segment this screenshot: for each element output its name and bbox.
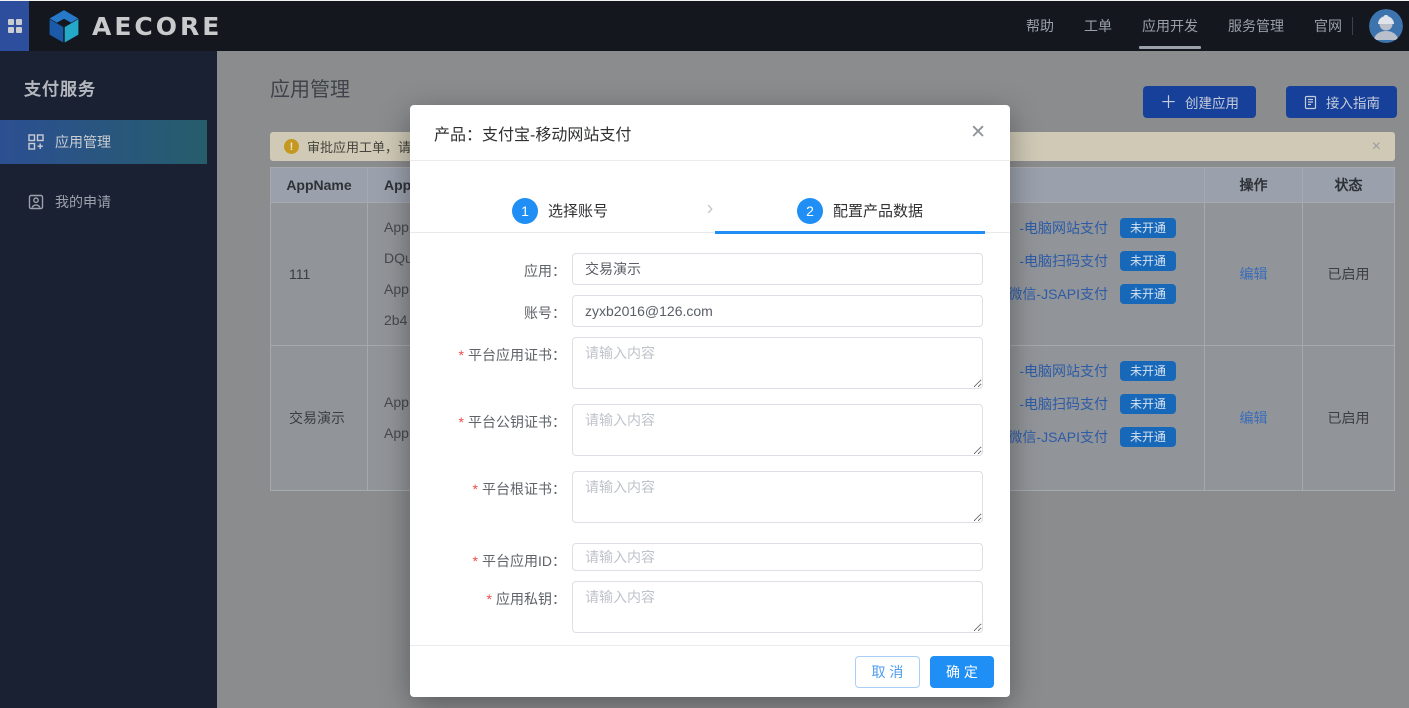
app-private-key-textarea[interactable] [572,581,983,633]
sidebar-item-my-applications[interactable]: 我的申请 [0,180,207,224]
plus-icon: ＋ [1160,94,1177,111]
guide-book-icon [1303,95,1318,110]
my-applications-icon [28,194,44,210]
alert-close-icon[interactable]: × [1372,139,1381,155]
page-actions: ＋ 创建应用 接入指南 [1143,86,1397,118]
cell-appname: 交易演示 [271,346,368,490]
logo[interactable]: AECORE [46,8,222,44]
dialog-close-icon[interactable]: ✕ [970,123,986,142]
nav-item-official-site[interactable]: 官网 [1314,0,1342,53]
step-number-badge: 1 [512,198,538,224]
access-guide-button[interactable]: 接入指南 [1286,86,1397,118]
sidebar: 支付服务 应用管理 我的申请 [0,51,217,708]
status-badge: 未开通 [1120,218,1176,238]
cancel-button[interactable]: 取 消 [855,656,920,688]
field-label: 应用： [410,253,566,285]
product-line: -电脑网站支付 未开通 [1019,215,1176,241]
app-input[interactable] [572,253,983,285]
required-mark: * [473,481,478,497]
nav-item-tickets[interactable]: 工单 [1084,0,1112,53]
col-header-appname: AppName [271,168,368,202]
status-badge: 未开通 [1120,361,1176,381]
warning-icon: ! [284,139,299,154]
field-label: 账号： [410,295,566,327]
step-number-badge: 2 [797,198,823,224]
field-label: *应用私钥： [410,581,566,638]
form-row-platform-public-key-cert: *平台公钥证书： [410,404,1010,461]
status-badge: 未开通 [1120,284,1176,304]
cell-status: 已启用 [1303,346,1394,490]
aecore-cube-icon [46,8,82,44]
nav-menu: 帮助 工单 应用开发 服务管理 官网 [1026,0,1342,53]
field-label: *平台应用ID： [410,543,566,571]
logo-text: AECORE [92,12,222,41]
sidebar-item-label: 我的申请 [55,192,111,212]
platform-root-cert-textarea[interactable] [572,471,983,523]
top-navbar: AECORE 帮助 工单 应用开发 服务管理 官网 [0,0,1409,51]
status-badge: 未开通 [1120,251,1176,271]
alert-text: 审批应用工单，请 [307,137,411,156]
active-step-indicator [715,231,985,234]
product-line: 微信-JSAPI支付 未开通 [1008,281,1176,307]
user-avatar[interactable] [1369,9,1403,43]
sidebar-title: 支付服务 [0,51,217,120]
step-configure-product[interactable]: 2 配置产品数据 [710,189,1010,232]
required-mark: * [487,591,492,607]
steps-bar: 1 选择账号 › 2 配置产品数据 [410,189,1010,233]
sidebar-item-label: 应用管理 [55,132,111,152]
product-line: 微信-JSAPI支付 未开通 [1008,424,1176,450]
platform-app-cert-textarea[interactable] [572,337,983,389]
edit-link[interactable]: 编辑 [1240,408,1268,428]
form-row-app-private-key: *应用私钥： [410,581,1010,638]
chevron-right-icon: › [707,197,714,220]
create-app-button[interactable]: ＋ 创建应用 [1143,86,1256,118]
page-title: 应用管理 [270,73,350,102]
field-label: *平台根证书： [410,471,566,528]
required-mark: * [459,414,464,430]
form-row-platform-root-cert: *平台根证书： [410,471,1010,528]
confirm-button[interactable]: 确 定 [930,656,994,688]
platform-app-id-input[interactable] [572,543,983,571]
product-line: -电脑网站支付 未开通 [1019,358,1176,384]
required-mark: * [459,347,464,363]
nav-divider [1352,17,1353,35]
col-header-action: 操作 [1205,168,1303,202]
status-badge: 未开通 [1120,427,1176,447]
nav-item-help[interactable]: 帮助 [1026,0,1054,53]
app-grid-button[interactable] [0,1,29,51]
platform-public-key-cert-textarea[interactable] [572,404,983,456]
product-line: -电脑扫码支付 未开通 [1019,248,1176,274]
col-header-status: 状态 [1303,168,1394,202]
cell-action: 编辑 [1205,346,1303,490]
form-row-app: 应用： [410,253,1010,285]
form-row-account: 账号： [410,295,1010,327]
cell-action: 编辑 [1205,203,1303,345]
dialog-footer: 取 消 确 定 [410,645,1010,697]
form-row-platform-app-id: *平台应用ID： [410,543,1010,571]
product-line: -电脑扫码支付 未开通 [1019,391,1176,417]
dialog-header: 产品：支付宝-移动网站支付 ✕ [410,105,1010,161]
nav-item-service-mgmt[interactable]: 服务管理 [1228,0,1284,53]
nav-item-app-dev[interactable]: 应用开发 [1142,0,1198,53]
form-row-platform-app-cert: *平台应用证书： [410,337,1010,394]
field-label: *平台应用证书： [410,337,566,394]
product-form: 应用： 账号： *平台应用证书： *平台公钥证书： *平台根证书： *平台应用I… [410,253,1010,638]
grid-icon [7,18,23,34]
edit-link[interactable]: 编辑 [1240,264,1268,284]
app-management-icon [28,134,44,150]
product-config-dialog: 产品：支付宝-移动网站支付 ✕ 1 选择账号 › 2 配置产品数据 应用： 账号… [410,105,1010,697]
status-badge: 未开通 [1120,394,1176,414]
sidebar-item-app-management[interactable]: 应用管理 [0,120,207,164]
cell-status: 已启用 [1303,203,1394,345]
step-select-account[interactable]: 1 选择账号 [410,189,710,232]
dialog-title: 产品：支付宝-移动网站支付 [434,121,631,145]
account-input[interactable] [572,295,983,327]
required-mark: * [473,553,478,569]
field-label: *平台公钥证书： [410,404,566,461]
cell-appname: 111 [271,203,368,345]
